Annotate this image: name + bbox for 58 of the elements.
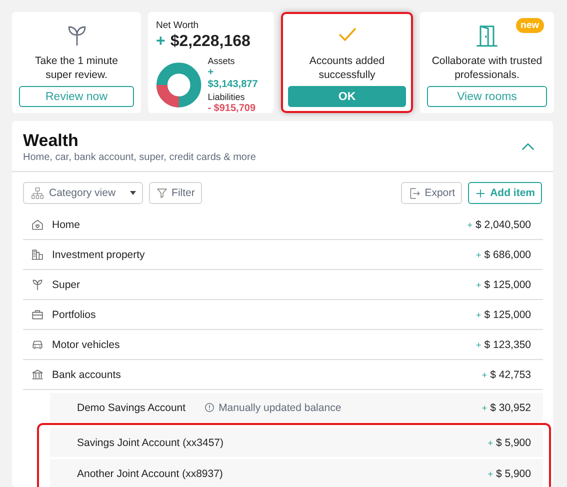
category-name[interactable]: Motor vehicles	[52, 338, 120, 350]
net-worth-total: $2,228,168	[170, 33, 250, 51]
amount: $ 123,350	[484, 338, 531, 350]
plus-sign: +	[482, 370, 488, 380]
plus-sign: +	[488, 468, 493, 478]
plus-icon	[475, 188, 486, 198]
plus-sign: +	[488, 438, 493, 448]
amount: $ 30,952	[490, 402, 531, 414]
assets-value: + $3,143,877	[208, 67, 259, 91]
balance-note: Manually updated balance	[218, 402, 342, 414]
amount: $ 125,000	[484, 308, 531, 320]
sub-account-row[interactable]: Another Joint Account (xx8937) + $ 5,900	[37, 458, 551, 487]
sub-account-row[interactable]: Savings Joint Account (xx3457) + $ 5,900	[37, 423, 551, 458]
amount: $ 5,900	[496, 436, 531, 448]
account-name: Another Joint Account (xx8937)	[77, 468, 223, 480]
sprout-icon	[31, 278, 44, 291]
info-icon	[204, 402, 215, 413]
plus-sign: +	[476, 310, 482, 320]
account-name: Savings Joint Account (xx3457)	[77, 436, 224, 448]
card-text: Collaborate with trusted professionals.	[430, 54, 544, 83]
category-name[interactable]: Super	[52, 278, 80, 290]
liabilities-label: Liabilities	[208, 91, 246, 103]
plus-sign: +	[476, 340, 482, 350]
car-icon	[31, 338, 44, 351]
export-button[interactable]: Export	[400, 182, 462, 204]
filter-button[interactable]: Filter	[148, 182, 202, 204]
liabilities-value: - $915,709	[208, 103, 257, 115]
category-name[interactable]: Investment property	[52, 248, 145, 260]
category-view-dropdown[interactable]: Category view	[23, 182, 143, 204]
category-name[interactable]: Home	[52, 218, 80, 230]
account-name: Demo Savings Account	[77, 402, 186, 414]
house-icon	[31, 218, 44, 231]
amount: $ 42,753	[490, 368, 531, 380]
section-subtitle: Home, car, bank account, super, credit cards & more	[23, 152, 256, 163]
amount: $ 5,900	[496, 468, 531, 480]
briefcase-icon	[31, 308, 44, 321]
category-name[interactable]: Bank accounts	[52, 368, 121, 380]
plus-sign: +	[467, 220, 473, 230]
category-name[interactable]: Portfolios	[52, 308, 96, 320]
plus-sign: +	[156, 33, 166, 51]
net-worth-label: Net Worth	[156, 20, 200, 31]
amount: $ 2,040,500	[476, 218, 531, 230]
hierarchy-icon	[30, 186, 45, 200]
section-title: Wealth	[23, 131, 80, 151]
bank-icon	[31, 368, 44, 381]
plus-sign: +	[476, 250, 482, 260]
plus-sign: +	[482, 402, 488, 412]
export-icon	[408, 186, 421, 200]
amount: $ 125,000	[484, 278, 531, 290]
card-text: Take the 1 minute super review.	[34, 54, 119, 83]
assets-label: Assets	[208, 55, 236, 67]
donut-chart-drawing	[156, 62, 202, 108]
filter-icon	[156, 187, 168, 199]
amount: $ 686,000	[484, 248, 531, 260]
card-text: Accounts added successfully	[308, 54, 386, 83]
plus-sign: +	[476, 280, 482, 290]
buildings-icon	[31, 248, 44, 261]
new-badge: new	[516, 18, 544, 33]
